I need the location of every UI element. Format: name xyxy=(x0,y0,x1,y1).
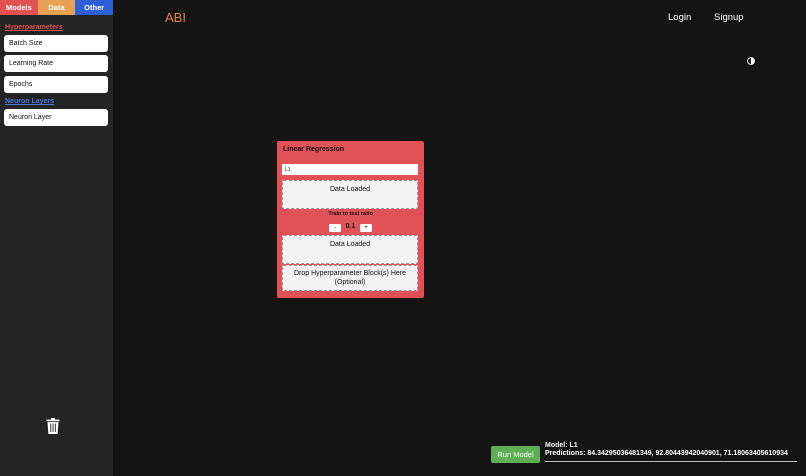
block-learning-rate[interactable]: Learning Rate xyxy=(4,55,108,72)
train-test-ratio-label: Train to test ratio xyxy=(328,211,373,217)
data-drop-zone-1[interactable]: Data Loaded xyxy=(282,180,418,209)
block-neuron-layer[interactable]: Neuron Layer xyxy=(4,109,108,126)
login-link[interactable]: Login xyxy=(668,12,691,23)
theme-toggle-icon[interactable] xyxy=(747,57,755,65)
ratio-increment-button[interactable]: + xyxy=(360,224,372,232)
model-card-title: Linear Regression xyxy=(283,146,345,153)
trash-icon[interactable] xyxy=(46,418,60,434)
hyperparameter-drop-zone[interactable]: Drop Hyperparameter Block(s) Here (Optio… xyxy=(282,265,418,291)
tab-other[interactable]: Other xyxy=(75,0,114,15)
tab-data[interactable]: Data xyxy=(37,0,76,15)
model-name-input[interactable] xyxy=(282,164,418,175)
ratio-value: 0.1 xyxy=(345,223,356,230)
model-result-label: Model: L1 xyxy=(545,442,578,449)
brand-logo[interactable]: ABI xyxy=(165,10,186,25)
block-batch-size[interactable]: Batch Size xyxy=(4,35,108,52)
neuron-layers-section-title[interactable]: Neuron Layers xyxy=(5,98,54,105)
block-epochs[interactable]: Epochs xyxy=(4,76,108,93)
results-divider xyxy=(545,461,797,462)
model-card-linear-regression[interactable]: Linear Regression Data Loaded Train to t… xyxy=(277,141,424,298)
hyperparameters-section-title[interactable]: Hyperparameters xyxy=(5,24,63,31)
ratio-decrement-button[interactable]: - xyxy=(329,224,341,232)
run-model-button[interactable]: Run Model xyxy=(491,446,540,463)
sidebar: Models Data Other Hyperparameters Batch … xyxy=(0,0,114,476)
data-drop-zone-2[interactable]: Data Loaded xyxy=(282,235,418,264)
tab-models[interactable]: Models xyxy=(0,0,38,15)
signup-link[interactable]: Signup xyxy=(714,12,744,23)
sidebar-tabs: Models Data Other xyxy=(0,0,114,15)
predictions-result: Predictions: 84.34295036481349, 92.80443… xyxy=(545,450,788,457)
